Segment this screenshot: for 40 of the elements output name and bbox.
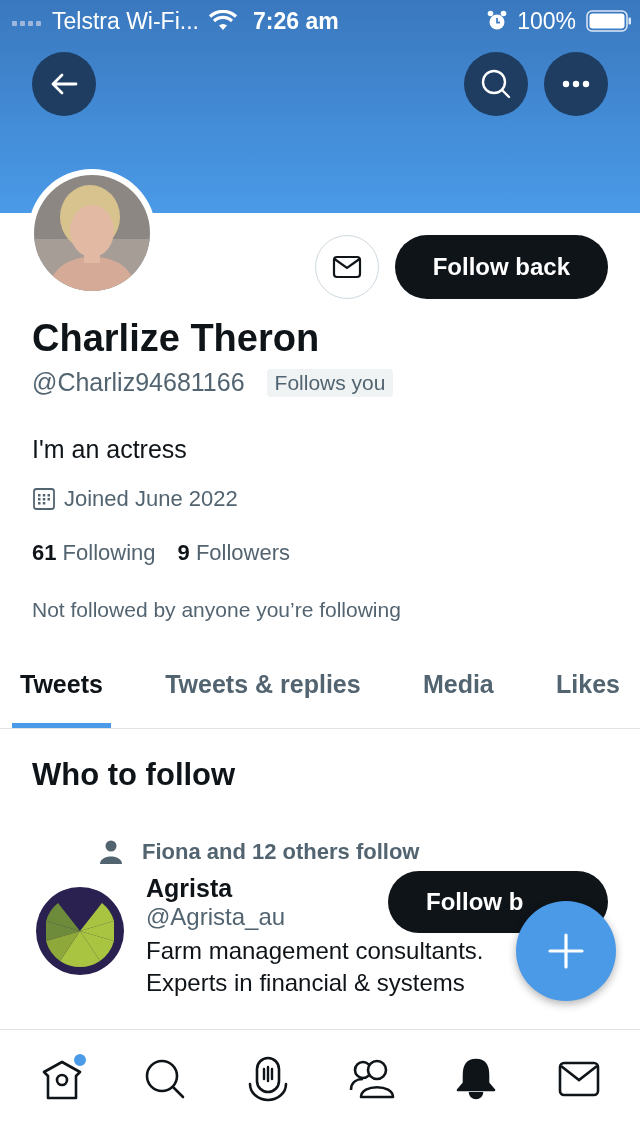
microphone-icon <box>246 1056 289 1102</box>
profile-tab[interactable]: Tweets & replies <box>157 648 369 728</box>
people-icon <box>349 1058 396 1100</box>
account-bio-line: Experts in financial & systems <box>146 969 465 997</box>
back-arrow-icon <box>50 72 78 96</box>
envelope-icon <box>557 1061 600 1097</box>
followed-by-note: Not followed by anyone you’re following <box>32 598 402 622</box>
plus-icon <box>548 933 584 969</box>
profile-tab[interactable]: Likes <box>548 648 628 728</box>
account-logo-icon <box>36 887 124 975</box>
profile-tab[interactable]: Tweets <box>12 648 111 728</box>
following-link[interactable]: 61 Following <box>32 540 156 566</box>
follows-you-badge: Follows you <box>266 368 394 397</box>
social-context: Fiona and 12 others follow <box>142 839 420 865</box>
calendar-icon <box>32 487 56 511</box>
profile-bio: I'm an actress <box>32 435 188 464</box>
signal-icon <box>12 20 42 28</box>
alarm-icon <box>487 10 508 32</box>
battery-icon <box>586 10 632 32</box>
profile-tab[interactable]: Media <box>414 648 502 728</box>
followers-link[interactable]: 9 Followers <box>177 540 291 566</box>
account-handle: @Agrista_au <box>146 902 286 931</box>
clock-time: 7:26 am <box>252 7 339 35</box>
profile-handle: @Charliz94681166 <box>32 368 245 397</box>
more-icon <box>562 80 590 88</box>
account-bio-line: Farm management consultants. <box>146 937 484 965</box>
carrier-name: Telstra Wi-Fi... <box>52 7 199 35</box>
joined-date: Joined June 2022 <box>64 486 238 512</box>
account-name: Agrista <box>146 873 234 903</box>
search-icon <box>480 68 512 100</box>
profile-name: Charlize Theron <box>32 317 321 360</box>
person-icon <box>100 840 122 864</box>
search-icon <box>144 1058 187 1100</box>
bell-icon <box>455 1057 498 1101</box>
battery-percentage: 100% <box>517 7 576 35</box>
envelope-icon <box>331 255 362 279</box>
notification-dot <box>72 1052 89 1068</box>
wifi-icon <box>208 10 237 32</box>
follow-back-button[interactable]: Follow back <box>394 235 608 299</box>
section-title: Who to follow <box>32 757 237 793</box>
